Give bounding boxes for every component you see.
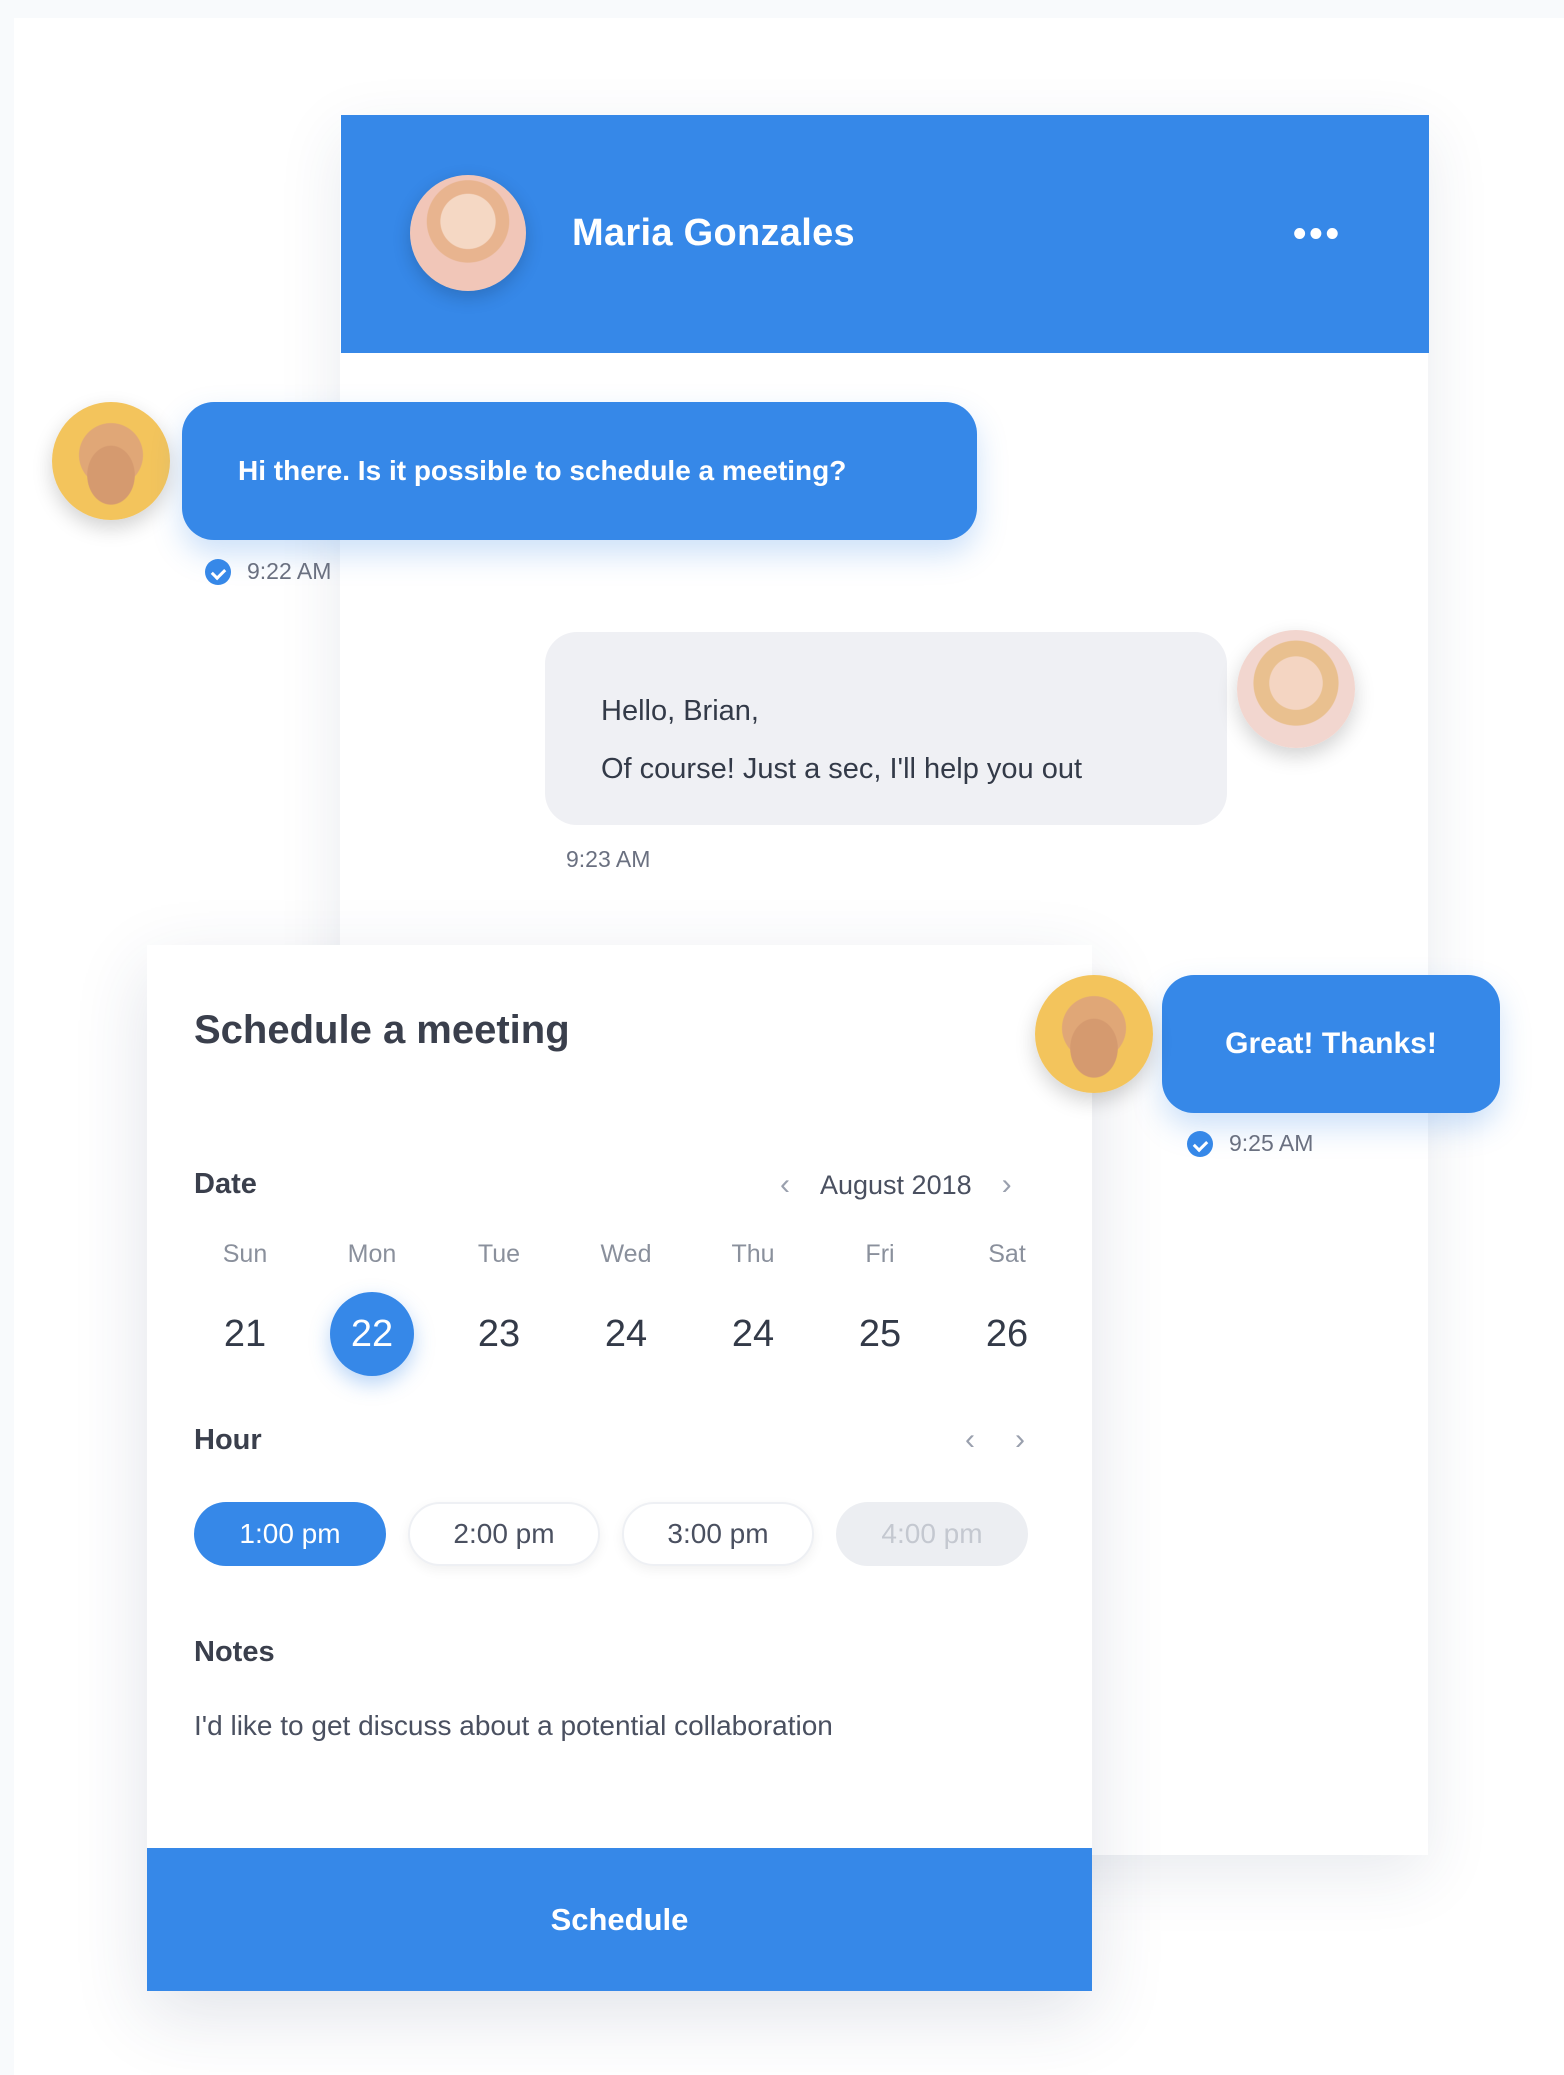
day-number: 21 bbox=[223, 1312, 267, 1355]
day-option[interactable]: Sat 26 bbox=[952, 1240, 1062, 1376]
read-check-icon bbox=[205, 558, 231, 585]
message-meta: 9:22 AM bbox=[205, 558, 331, 585]
read-check-icon bbox=[1187, 1130, 1213, 1157]
message-text: Of course! Just a sec, I'll help you out bbox=[601, 753, 1083, 785]
hour-option-selected[interactable]: 1:00 pm bbox=[194, 1502, 386, 1566]
hour-option[interactable]: 2:00 pm bbox=[408, 1502, 600, 1566]
date-picker: Sun 21 Mon 22 Tue 23 Wed 24 Thu 24 Fri 2… bbox=[190, 1240, 1060, 1380]
notes-field[interactable]: I'd like to get discuss about a potentia… bbox=[194, 1710, 833, 1742]
message-bubble: Great! Thanks! bbox=[1162, 975, 1500, 1113]
message-text: Hello, Brian, bbox=[601, 695, 759, 727]
date-label: Date bbox=[194, 1168, 257, 1200]
user-avatar bbox=[1035, 975, 1153, 1093]
day-option[interactable]: Thu 24 bbox=[698, 1240, 808, 1376]
schedule-title: Schedule a meeting bbox=[194, 1008, 570, 1052]
day-of-week: Thu bbox=[731, 1240, 775, 1268]
hour-label: Hour bbox=[194, 1424, 262, 1456]
day-option[interactable]: Sun 21 bbox=[190, 1240, 300, 1376]
day-number: 25 bbox=[858, 1312, 902, 1355]
day-option[interactable]: Wed 24 bbox=[571, 1240, 681, 1376]
day-of-week: Tue bbox=[477, 1240, 521, 1268]
day-of-week: Sat bbox=[988, 1240, 1026, 1268]
message-text: Great! Thanks! bbox=[1225, 1027, 1437, 1060]
day-number: 23 bbox=[477, 1312, 521, 1355]
day-option-selected[interactable]: Mon 22 bbox=[317, 1240, 427, 1376]
contact-name[interactable]: Maria Gonzales bbox=[572, 212, 855, 255]
day-of-week: Sun bbox=[222, 1240, 268, 1268]
day-number: 24 bbox=[604, 1312, 648, 1355]
message-time: 9:22 AM bbox=[247, 558, 332, 584]
contact-avatar[interactable] bbox=[410, 175, 526, 291]
month-navigator: ‹ August 2018 › bbox=[780, 1168, 1012, 1202]
message-text: Hi there. Is it possible to schedule a m… bbox=[238, 455, 847, 486]
day-of-week: Mon bbox=[347, 1240, 397, 1268]
notes-label: Notes bbox=[194, 1636, 275, 1668]
hour-navigator: ‹ › bbox=[965, 1423, 1025, 1457]
schedule-card bbox=[147, 945, 1092, 1990]
message-time: 9:23 AM bbox=[566, 846, 651, 872]
month-label: August 2018 bbox=[820, 1169, 972, 1200]
message-time: 9:25 AM bbox=[1229, 1130, 1314, 1156]
message-bubble: Hello, Brian, Of course! Just a sec, I'l… bbox=[545, 632, 1227, 825]
day-option[interactable]: Fri 25 bbox=[825, 1240, 935, 1376]
more-horizontal-icon[interactable]: ••• bbox=[1293, 214, 1342, 254]
day-number: 24 bbox=[731, 1312, 775, 1355]
day-option[interactable]: Tue 23 bbox=[444, 1240, 554, 1376]
user-avatar bbox=[52, 402, 170, 520]
schedule-button[interactable]: Schedule bbox=[147, 1848, 1092, 1991]
chevron-left-icon[interactable]: ‹ bbox=[965, 1423, 975, 1457]
message-bubble: Hi there. Is it possible to schedule a m… bbox=[182, 402, 977, 540]
day-of-week: Wed bbox=[600, 1240, 652, 1268]
contact-avatar bbox=[1237, 630, 1355, 748]
message-meta: 9:25 AM bbox=[1187, 1130, 1313, 1157]
day-number: 22 bbox=[330, 1292, 414, 1376]
message-meta: 9:23 AM bbox=[566, 846, 650, 873]
day-of-week: Fri bbox=[865, 1240, 895, 1268]
chevron-left-icon[interactable]: ‹ bbox=[780, 1168, 790, 1202]
hour-option[interactable]: 3:00 pm bbox=[622, 1502, 814, 1566]
chevron-right-icon[interactable]: › bbox=[1002, 1168, 1012, 1202]
hour-option-disabled: 4:00 pm bbox=[836, 1502, 1028, 1566]
chevron-right-icon[interactable]: › bbox=[1015, 1423, 1025, 1457]
day-number: 26 bbox=[985, 1312, 1029, 1355]
